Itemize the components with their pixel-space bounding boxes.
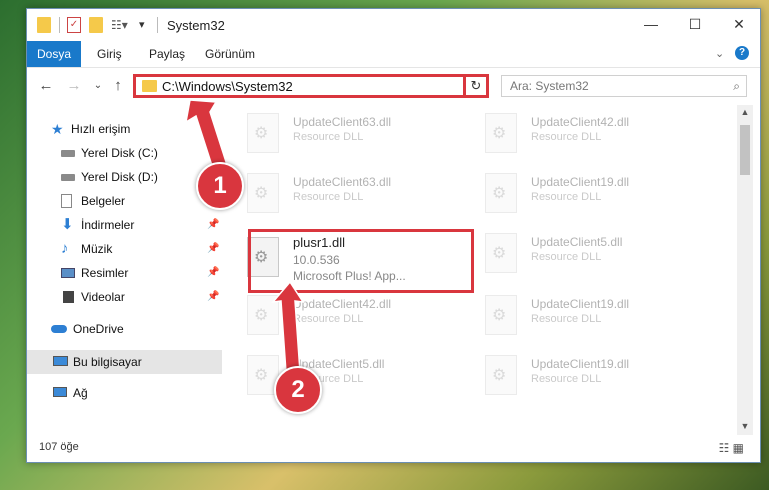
folder-icon bbox=[37, 17, 51, 33]
dll-file-icon bbox=[247, 173, 279, 213]
callout-1: 1 bbox=[196, 162, 244, 210]
cloud-icon bbox=[51, 325, 67, 333]
customize-toolbar-icon[interactable]: ▾ bbox=[139, 17, 151, 33]
address-path: C:\Windows\System32 bbox=[162, 79, 293, 94]
star-icon: ★ bbox=[51, 121, 64, 137]
up-button[interactable]: ↑ bbox=[109, 77, 127, 95]
help-icon[interactable]: ? bbox=[735, 46, 749, 60]
pin-icon[interactable]: 📌 bbox=[207, 237, 219, 261]
scroll-up-icon[interactable]: ▲ bbox=[737, 107, 753, 117]
address-row: ← → ⌄ ↑ C:\Windows\System32 ⌄ ↻ Ara: Sys… bbox=[27, 69, 760, 103]
file-item[interactable]: UpdateClient5.dll Resource DLL bbox=[481, 229, 711, 279]
sidebar-item-disk-d[interactable]: Yerel Disk (D:) bbox=[27, 165, 222, 189]
title-bar: ✓ ☷▾ ▾ System32 — ☐ ✕ bbox=[27, 9, 760, 41]
file-item[interactable]: UpdateClient42.dll Resource DLL bbox=[243, 291, 473, 341]
explorer-window: ✓ ☷▾ ▾ System32 — ☐ ✕ Dosya Giriş Paylaş… bbox=[26, 8, 761, 463]
sidebar-item-downloads[interactable]: ⬇ İndirmeler 📌 bbox=[27, 213, 222, 237]
dll-file-icon bbox=[247, 113, 279, 153]
recent-locations-icon[interactable]: ⌄ bbox=[89, 77, 107, 95]
sidebar-item-documents[interactable]: Belgeler bbox=[27, 189, 222, 213]
view-options-icon[interactable]: ☷▾ bbox=[111, 17, 131, 33]
pin-icon[interactable]: 📌 bbox=[207, 261, 219, 285]
file-item[interactable]: UpdateClient19.dll Resource DLL bbox=[481, 351, 711, 401]
maximize-button[interactable]: ☐ bbox=[673, 9, 717, 39]
tab-file[interactable]: Dosya bbox=[27, 41, 82, 67]
sidebar-item-network[interactable]: Ağ bbox=[27, 381, 222, 405]
drive-icon bbox=[61, 174, 75, 181]
sidebar-item-videos[interactable]: Videolar 📌 bbox=[27, 285, 222, 309]
selected-file-highlight bbox=[248, 229, 474, 293]
drive-icon bbox=[61, 150, 75, 157]
pin-icon[interactable]: 📌 bbox=[207, 285, 219, 309]
tab-share[interactable]: Paylaş bbox=[139, 41, 195, 67]
callout-2: 2 bbox=[274, 366, 322, 414]
pictures-icon bbox=[61, 268, 75, 278]
address-bar[interactable]: C:\Windows\System32 ⌄ bbox=[133, 74, 485, 98]
ribbon-expand-icon[interactable]: ⌄ bbox=[715, 47, 724, 60]
file-item[interactable]: UpdateClient19.dll Resource DLL bbox=[481, 169, 711, 219]
tab-view[interactable]: Görünüm bbox=[195, 41, 265, 67]
dll-file-icon bbox=[247, 295, 279, 335]
window-title: System32 bbox=[167, 18, 225, 33]
sidebar-item-music[interactable]: ♪ Müzik 📌 bbox=[27, 237, 222, 261]
new-folder-icon[interactable] bbox=[89, 17, 103, 33]
dll-file-icon bbox=[485, 233, 517, 273]
back-button[interactable]: ← bbox=[37, 77, 55, 95]
pin-icon[interactable]: 📌 bbox=[207, 213, 219, 237]
close-button[interactable]: ✕ bbox=[717, 9, 761, 39]
documents-icon bbox=[61, 194, 72, 208]
search-placeholder: Ara: System32 bbox=[510, 79, 589, 93]
tab-home[interactable]: Giriş bbox=[87, 41, 132, 67]
forward-button[interactable]: → bbox=[65, 77, 83, 95]
sidebar-item-this-pc[interactable]: Bu bilgisayar bbox=[27, 350, 222, 374]
scrollbar-thumb[interactable] bbox=[740, 125, 750, 175]
sidebar-item-onedrive[interactable]: OneDrive bbox=[27, 317, 222, 341]
search-input[interactable]: Ara: System32 ⌕ bbox=[501, 75, 747, 97]
music-icon: ♪ bbox=[61, 240, 69, 257]
dll-file-icon bbox=[485, 295, 517, 335]
search-icon: ⌕ bbox=[733, 79, 740, 93]
refresh-button[interactable]: ↻ bbox=[463, 74, 489, 98]
file-item[interactable]: UpdateClient19.dll Resource DLL bbox=[481, 291, 711, 341]
file-item[interactable]: UpdateClient42.dll Resource DLL bbox=[481, 109, 711, 159]
network-icon bbox=[53, 387, 67, 397]
item-count: 107 öğe bbox=[39, 441, 79, 453]
file-item[interactable]: UpdateClient63.dll Resource DLL bbox=[243, 169, 473, 219]
status-bar: 107 öğe ☷ ▦ bbox=[27, 437, 760, 461]
dll-file-icon bbox=[485, 355, 517, 395]
minimize-button[interactable]: — bbox=[629, 9, 673, 39]
videos-icon bbox=[61, 291, 74, 303]
dll-file-icon bbox=[485, 113, 517, 153]
dll-file-icon bbox=[485, 173, 517, 213]
scroll-down-icon[interactable]: ▼ bbox=[737, 421, 753, 431]
view-toggle-icons[interactable]: ☷ ▦ bbox=[719, 441, 744, 455]
properties-icon[interactable]: ✓ bbox=[67, 17, 81, 33]
folder-icon bbox=[142, 80, 157, 92]
sidebar-item-pictures[interactable]: Resimler 📌 bbox=[27, 261, 222, 285]
sidebar-item-quick-access[interactable]: ★ Hızlı erişim bbox=[27, 117, 222, 141]
download-icon: ⬇ bbox=[61, 216, 74, 233]
computer-icon bbox=[53, 356, 68, 366]
ribbon-tabs: Dosya Giriş Paylaş Görünüm ⌄ ? bbox=[27, 41, 760, 68]
vertical-scrollbar[interactable]: ▲ ▼ bbox=[737, 105, 753, 435]
refresh-icon: ↻ bbox=[470, 78, 482, 93]
navigation-pane: ★ Hızlı erişim Yerel Disk (C:) Yerel Dis… bbox=[27, 105, 222, 435]
sidebar-item-disk-c[interactable]: Yerel Disk (C:) bbox=[27, 141, 222, 165]
file-item[interactable]: UpdateClient63.dll Resource DLL bbox=[243, 109, 473, 159]
